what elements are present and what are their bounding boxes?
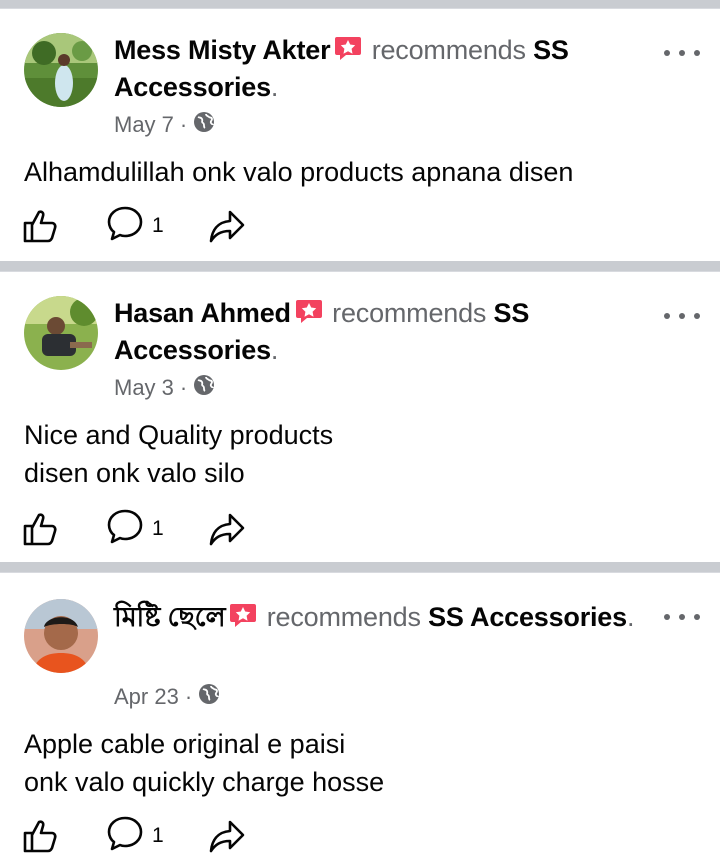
like-icon[interactable] (22, 208, 60, 244)
avatar[interactable] (24, 33, 98, 107)
like-icon[interactable] (22, 511, 60, 547)
post-date[interactable]: May 7 (114, 112, 174, 138)
comment-count: 1 (152, 516, 164, 540)
globe-icon (193, 111, 215, 139)
comment-button[interactable]: 1 (106, 815, 164, 856)
top-divider (0, 0, 720, 9)
recommends-text: recommends (332, 298, 487, 328)
comment-count: 1 (152, 823, 164, 847)
more-options-icon[interactable] (664, 43, 700, 63)
review-text-line: disen onk valo silo (24, 458, 245, 488)
comment-icon (106, 205, 144, 246)
share-icon[interactable] (208, 818, 246, 854)
page-name-link[interactable]: SS Accessories (428, 602, 627, 632)
sentence-period: . (626, 602, 635, 632)
post-divider (0, 261, 720, 272)
recommends-text: recommends (266, 602, 421, 632)
post-divider (0, 562, 720, 573)
comment-icon (106, 815, 144, 856)
comment-button[interactable]: 1 (106, 205, 164, 246)
author-name[interactable]: Mess Misty Akter (114, 35, 331, 65)
review-post: Mess Misty Akter recommends SS Accessori… (0, 9, 720, 261)
like-icon[interactable] (22, 818, 60, 854)
meta-separator: · (179, 375, 188, 400)
more-options-icon[interactable] (664, 607, 700, 627)
sentence-period: . (270, 335, 279, 365)
share-icon[interactable] (208, 208, 246, 244)
meta-separator: · (179, 112, 188, 137)
review-text-line: Apple cable original e paisi (24, 729, 346, 759)
post-date[interactable]: Apr 23 (114, 684, 179, 710)
post-date[interactable]: May 3 (114, 375, 174, 401)
author-name[interactable]: মিষ্টি ছেলে (114, 602, 226, 632)
sentence-period: . (270, 72, 279, 102)
review-text-line: Nice and Quality products (24, 420, 334, 450)
review-text-line: Alhamdulillah onk valo products apnana d… (24, 157, 574, 187)
avatar[interactable] (24, 296, 98, 370)
review-post: মিষ্টি ছেলে recommends SS Accessories. A… (0, 573, 720, 863)
recommend-badge-icon (295, 298, 323, 333)
recommend-badge-icon (334, 35, 362, 70)
globe-icon (198, 683, 220, 711)
share-icon[interactable] (208, 511, 246, 547)
globe-icon (193, 374, 215, 402)
more-options-icon[interactable] (664, 306, 700, 326)
comment-count: 1 (152, 213, 164, 237)
recommends-text: recommends (371, 35, 526, 65)
comment-button[interactable]: 1 (106, 508, 164, 549)
recommend-badge-icon (229, 599, 257, 640)
meta-separator: · (184, 684, 193, 709)
avatar[interactable] (24, 599, 98, 673)
comment-icon (106, 508, 144, 549)
review-post: Hasan Ahmed recommends SS Accessories. M… (0, 272, 720, 562)
review-text-line: onk valo quickly charge hosse (24, 767, 385, 797)
author-name[interactable]: Hasan Ahmed (114, 298, 291, 328)
